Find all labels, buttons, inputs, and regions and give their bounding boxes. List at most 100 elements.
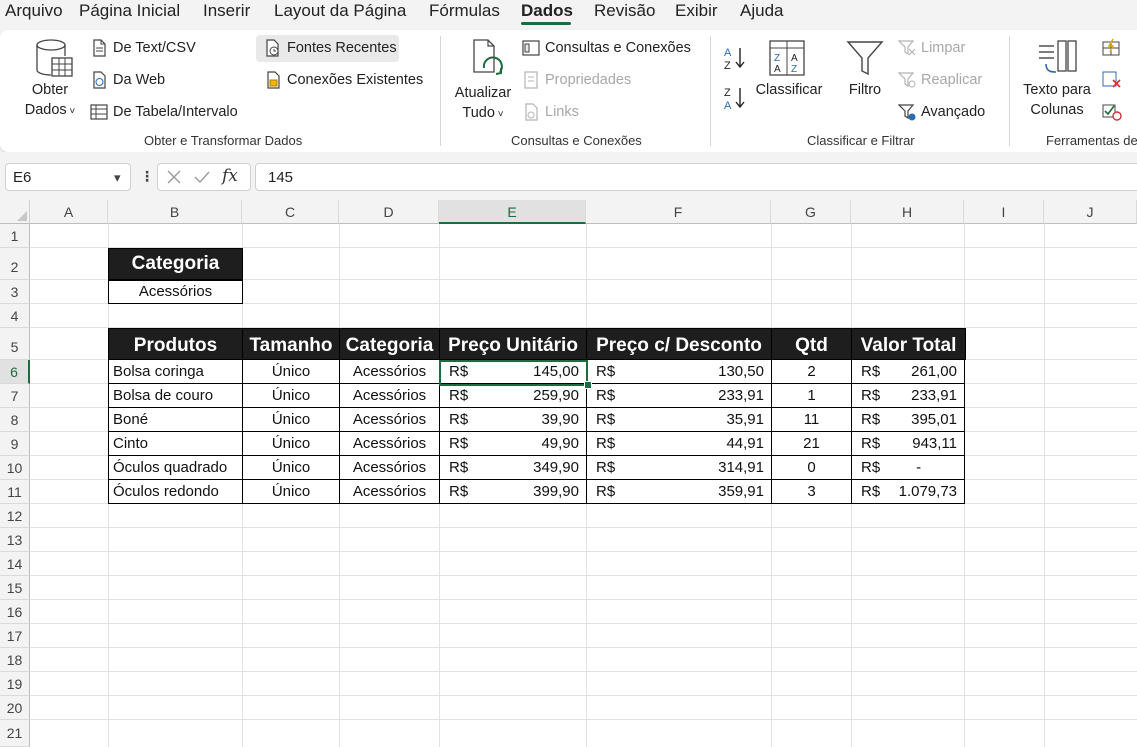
cell-valor-total[interactable]: R$ -: [851, 455, 965, 480]
row-header-14[interactable]: 14: [0, 552, 30, 576]
row-header-1[interactable]: 1: [0, 224, 30, 248]
column-header-b[interactable]: B: [108, 200, 242, 224]
cell-categoria[interactable]: Acessórios: [339, 479, 440, 504]
insert-function-icon[interactable]: fx: [222, 166, 238, 186]
header-preco-unitario[interactable]: Preço Unitário: [439, 328, 587, 360]
menu-arquivo[interactable]: Arquivo: [5, 1, 63, 21]
cell-preco-unitario[interactable]: R$ 39,90: [439, 407, 587, 432]
classificar-button[interactable]: Z A A Z Classificar: [754, 36, 824, 106]
propriedades-button[interactable]: Propriedades: [522, 71, 631, 89]
reaplicar-button[interactable]: Reaplicar: [898, 71, 982, 89]
cell-tamanho[interactable]: Único: [242, 479, 340, 504]
column-header-h[interactable]: H: [851, 200, 964, 224]
cell-qtd[interactable]: 11: [771, 407, 852, 432]
filtro-button[interactable]: Filtro: [840, 36, 890, 106]
chevron-down-icon[interactable]: ▾: [114, 170, 121, 186]
cell-produto[interactable]: Cinto: [108, 431, 243, 456]
row-header-9[interactable]: 9: [0, 432, 30, 456]
cell-qtd[interactable]: 21: [771, 431, 852, 456]
column-header-f[interactable]: F: [586, 200, 771, 224]
row-header-13[interactable]: 13: [0, 528, 30, 552]
row-header-19[interactable]: 19: [0, 672, 30, 696]
obter-dados-button[interactable]: Obter Dados ˅: [22, 36, 82, 122]
header-preco-desconto[interactable]: Preço c/ Desconto: [586, 328, 772, 360]
menu-exibir[interactable]: Exibir: [675, 1, 718, 21]
atualizar-tudo-button[interactable]: Atualizar Tudo ˅: [450, 36, 516, 122]
cell-preco-desconto[interactable]: R$ 359,91: [586, 479, 772, 504]
cell-qtd[interactable]: 3: [771, 479, 852, 504]
row-header-21[interactable]: 21: [0, 720, 30, 747]
column-header-g[interactable]: G: [771, 200, 851, 224]
menu-formulas[interactable]: Fórmulas: [429, 1, 500, 21]
row-header-18[interactable]: 18: [0, 648, 30, 672]
consultas-conexoes-button[interactable]: Consultas e Conexões: [522, 39, 691, 57]
row-header-3[interactable]: 3: [0, 280, 30, 304]
cell-produto[interactable]: Boné: [108, 407, 243, 432]
row-header-8[interactable]: 8: [0, 408, 30, 432]
cell-produto[interactable]: Óculos redondo: [108, 479, 243, 504]
filter-value-cell[interactable]: Acessórios: [108, 280, 243, 304]
cell-valor-total[interactable]: R$ 395,01: [851, 407, 965, 432]
cell-produto[interactable]: Bolsa coringa: [108, 359, 243, 384]
cell-preco-desconto[interactable]: R$ 44,91: [586, 431, 772, 456]
menu-ajuda[interactable]: Ajuda: [740, 1, 783, 21]
menu-inserir[interactable]: Inserir: [203, 1, 250, 21]
row-header-2[interactable]: 2: [0, 248, 30, 280]
row-header-7[interactable]: 7: [0, 384, 30, 408]
cell-categoria[interactable]: Acessórios: [339, 383, 440, 408]
cell-produto[interactable]: Bolsa de couro: [108, 383, 243, 408]
header-valor-total[interactable]: Valor Total: [851, 328, 966, 360]
links-button[interactable]: Links: [522, 103, 579, 121]
menu-dados[interactable]: Dados: [521, 1, 573, 21]
row-header-12[interactable]: 12: [0, 504, 30, 528]
more-options-icon[interactable]: ⋮: [140, 168, 154, 185]
cell-preco-unitario[interactable]: R$ 349,90: [439, 455, 587, 480]
column-header-a[interactable]: A: [30, 200, 108, 224]
menu-layout-da-pagina[interactable]: Layout da Página: [274, 1, 406, 21]
column-header-j[interactable]: J: [1044, 200, 1137, 224]
cell-qtd[interactable]: 0: [771, 455, 852, 480]
cell-preco-desconto[interactable]: R$ 314,91: [586, 455, 772, 480]
cell-categoria[interactable]: Acessórios: [339, 407, 440, 432]
cell-tamanho[interactable]: Único: [242, 383, 340, 408]
fill-handle[interactable]: [584, 381, 592, 389]
fontes-recentes-button[interactable]: Fontes Recentes: [264, 39, 397, 57]
sort-az-button[interactable]: A Z: [722, 44, 750, 72]
row-header-4[interactable]: 4: [0, 304, 30, 328]
menu-revisao[interactable]: Revisão: [594, 1, 655, 21]
data-validation-button[interactable]: [1101, 102, 1123, 122]
select-all-corner[interactable]: [0, 200, 30, 224]
cell-preco-desconto[interactable]: R$ 130,50: [586, 359, 772, 384]
cell-preco-desconto[interactable]: R$ 35,91: [586, 407, 772, 432]
row-header-10[interactable]: 10: [0, 456, 30, 480]
row-header-15[interactable]: 15: [0, 576, 30, 600]
sort-za-button[interactable]: Z A: [722, 84, 750, 112]
header-categoria[interactable]: Categoria: [339, 328, 440, 360]
cell-tamanho[interactable]: Único: [242, 431, 340, 456]
header-produtos[interactable]: Produtos: [108, 328, 243, 360]
header-qtd[interactable]: Qtd: [771, 328, 852, 360]
flash-fill-button[interactable]: [1101, 38, 1123, 58]
menu-pagina-inicial[interactable]: Página Inicial: [79, 1, 180, 21]
cell-preco-unitario[interactable]: R$ 259,90: [439, 383, 587, 408]
remove-duplicates-button[interactable]: [1101, 70, 1123, 90]
row-header-6[interactable]: 6: [0, 360, 30, 384]
cell-tamanho[interactable]: Único: [242, 359, 340, 384]
formula-input[interactable]: 145: [255, 163, 1137, 191]
cell-preco-unitario[interactable]: R$ 399,90: [439, 479, 587, 504]
cell-preco-unitario[interactable]: R$ 49,90: [439, 431, 587, 456]
column-header-i[interactable]: I: [964, 200, 1044, 224]
cell-valor-total[interactable]: R$ 261,00: [851, 359, 965, 384]
row-header-11[interactable]: 11: [0, 480, 30, 504]
header-tamanho[interactable]: Tamanho: [242, 328, 340, 360]
limpar-button[interactable]: Limpar: [898, 39, 965, 57]
cell-valor-total[interactable]: R$ 943,11: [851, 431, 965, 456]
da-web-button[interactable]: Da Web: [90, 71, 165, 89]
column-header-c[interactable]: C: [242, 200, 339, 224]
enter-icon[interactable]: [192, 167, 212, 187]
row-header-16[interactable]: 16: [0, 600, 30, 624]
cell-categoria[interactable]: Acessórios: [339, 359, 440, 384]
row-header-20[interactable]: 20: [0, 696, 30, 720]
avancado-button[interactable]: Avançado: [898, 103, 985, 121]
spreadsheet-grid[interactable]: ABCDEFGHIJ 1 2 3 4 5 6 7 8 9 10 11 12 13 14 15 16 17 18 19…: [0, 200, 1137, 747]
